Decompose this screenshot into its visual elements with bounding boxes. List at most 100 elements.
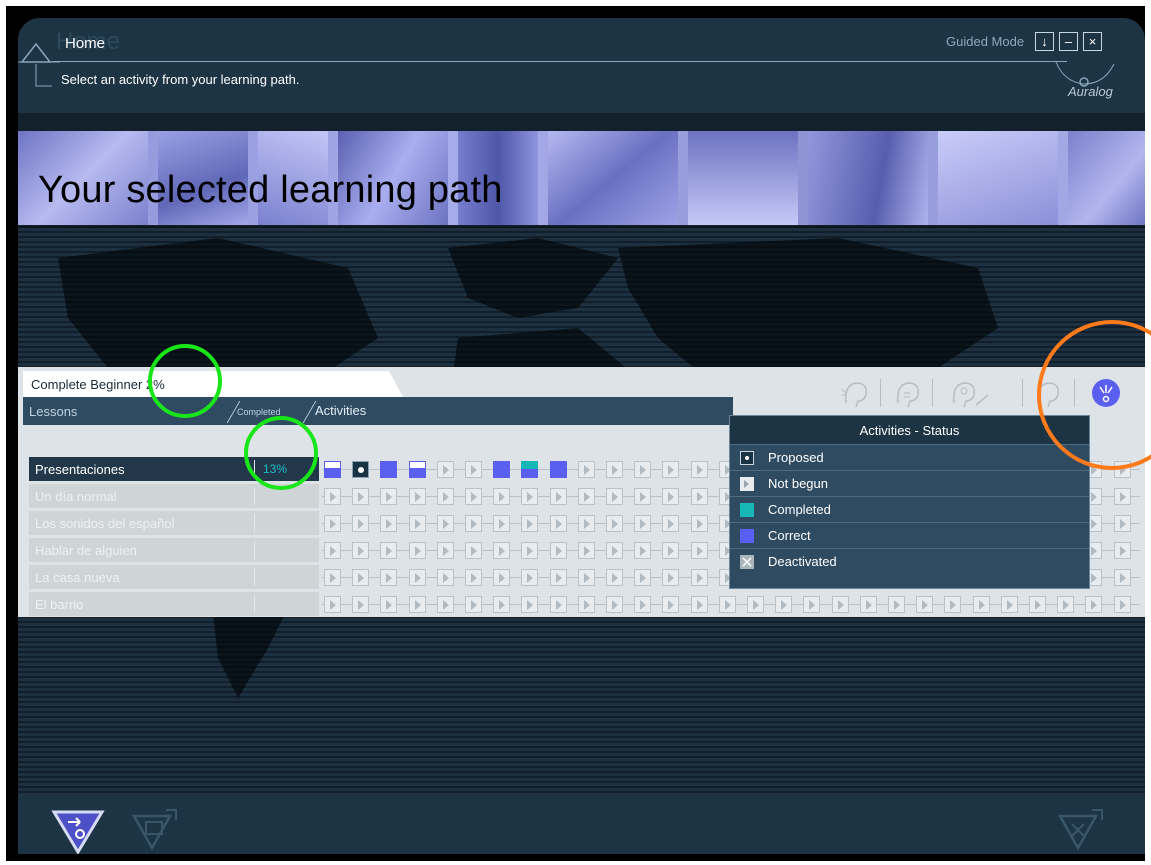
activity-cell-notbegun[interactable] <box>577 542 595 559</box>
lesson-row[interactable]: Hablar de alguien <box>29 538 319 562</box>
activity-cell-halfbar[interactable] <box>408 461 426 478</box>
activity-cell-notbegun[interactable] <box>380 596 398 613</box>
activity-cell-notbegun[interactable] <box>465 461 482 478</box>
activity-cell-notbegun[interactable] <box>606 515 623 532</box>
activity-cell-notbegun[interactable] <box>436 569 454 586</box>
activity-cell-notbegun[interactable] <box>549 488 567 505</box>
activity-cell-notbegun[interactable] <box>549 515 567 532</box>
activity-cell-notbegun[interactable] <box>662 542 680 559</box>
activity-cell-notbegun[interactable] <box>436 461 454 478</box>
activity-cell-notbegun[interactable] <box>324 515 341 532</box>
activity-cell-notbegun[interactable] <box>380 515 398 532</box>
activity-cell-notbegun[interactable] <box>690 596 708 613</box>
activity-cell-notbegun[interactable] <box>606 569 623 586</box>
activity-cell-notbegun[interactable] <box>352 569 370 586</box>
activity-cell-halfteal[interactable] <box>521 461 539 478</box>
lesson-row[interactable]: El barrio <box>29 592 319 616</box>
activity-cell-notbegun[interactable] <box>1113 515 1131 532</box>
activity-cell-notbegun[interactable] <box>436 515 454 532</box>
activity-cell-notbegun[interactable] <box>634 488 652 505</box>
activity-cell-notbegun[interactable] <box>606 542 623 559</box>
activity-cell-halfbar[interactable] <box>324 461 341 478</box>
activity-cell-notbegun[interactable] <box>634 542 652 559</box>
activity-cell-notbegun[interactable] <box>634 461 652 478</box>
activity-cell-notbegun[interactable] <box>324 488 341 505</box>
activity-cell-notbegun[interactable] <box>690 488 708 505</box>
activity-cell-notbegun[interactable] <box>324 596 341 613</box>
activity-cell-notbegun[interactable] <box>972 596 990 613</box>
activity-cell-notbegun[interactable] <box>634 596 652 613</box>
activity-cell-notbegun[interactable] <box>493 515 511 532</box>
activity-cell-notbegun[interactable] <box>352 542 370 559</box>
activity-cell-notbegun[interactable] <box>634 515 652 532</box>
activity-cell-proposed[interactable] <box>352 461 370 478</box>
activity-cell-notbegun[interactable] <box>606 488 623 505</box>
activity-cell-notbegun[interactable] <box>606 461 623 478</box>
activity-cell-notbegun[interactable] <box>549 542 567 559</box>
activity-cell-notbegun[interactable] <box>380 569 398 586</box>
activity-cell-notbegun[interactable] <box>690 515 708 532</box>
activity-cell-notbegun[interactable] <box>521 515 539 532</box>
activity-cell-notbegun[interactable] <box>1113 569 1131 586</box>
activity-cell-notbegun[interactable] <box>888 596 905 613</box>
activity-cell-notbegun[interactable] <box>465 515 482 532</box>
lesson-row[interactable]: Los sonidos del español <box>29 511 319 535</box>
activity-cell-notbegun[interactable] <box>352 515 370 532</box>
activity-cell-notbegun[interactable] <box>1000 596 1018 613</box>
lesson-row[interactable]: Un día normal <box>29 484 319 508</box>
activity-cell-notbegun[interactable] <box>436 542 454 559</box>
activity-cell-notbegun[interactable] <box>831 596 849 613</box>
activity-cell-notbegun[interactable] <box>493 596 511 613</box>
activity-cell-notbegun[interactable] <box>1085 596 1103 613</box>
activity-cell-notbegun[interactable] <box>324 542 341 559</box>
activity-cell-correct[interactable] <box>380 461 398 478</box>
activity-cell-notbegun[interactable] <box>380 488 398 505</box>
activity-cell-notbegun[interactable] <box>465 596 482 613</box>
activity-cell-notbegun[interactable] <box>408 488 426 505</box>
home-triangle-icon[interactable] <box>18 36 60 96</box>
activity-cell-notbegun[interactable] <box>352 596 370 613</box>
edit-disabled-icon[interactable] <box>132 808 180 852</box>
activity-cell-notbegun[interactable] <box>521 488 539 505</box>
activity-cell-notbegun[interactable] <box>493 569 511 586</box>
activity-cell-notbegun[interactable] <box>747 596 764 613</box>
activity-cell-notbegun[interactable] <box>775 596 793 613</box>
activity-cell-notbegun[interactable] <box>549 569 567 586</box>
activity-cell-notbegun[interactable] <box>549 596 567 613</box>
activity-cell-notbegun[interactable] <box>577 515 595 532</box>
activity-cell-notbegun[interactable] <box>606 596 623 613</box>
activity-cell-notbegun[interactable] <box>859 596 877 613</box>
activity-cell-notbegun[interactable] <box>690 542 708 559</box>
minimize-button[interactable]: – <box>1059 32 1078 51</box>
activity-cell-notbegun[interactable] <box>577 461 595 478</box>
activity-cell-notbegun[interactable] <box>493 542 511 559</box>
activity-cell-notbegun[interactable] <box>662 515 680 532</box>
activity-cell-notbegun[interactable] <box>718 596 736 613</box>
activity-cell-notbegun[interactable] <box>324 569 341 586</box>
download-button[interactable]: ↓ <box>1035 32 1054 51</box>
activity-cell-notbegun[interactable] <box>1029 596 1046 613</box>
activity-cell-notbegun[interactable] <box>1113 596 1131 613</box>
activity-cell-notbegun[interactable] <box>521 542 539 559</box>
activity-cell-notbegun[interactable] <box>465 488 482 505</box>
activity-cell-notbegun[interactable] <box>577 596 595 613</box>
activity-cell-notbegun[interactable] <box>577 569 595 586</box>
activity-cell-notbegun[interactable] <box>634 569 652 586</box>
activity-cell-notbegun[interactable] <box>1113 542 1131 559</box>
activity-cell-notbegun[interactable] <box>662 596 680 613</box>
activity-cell-notbegun[interactable] <box>944 596 962 613</box>
close-button[interactable]: × <box>1083 32 1102 51</box>
activity-cell-notbegun[interactable] <box>380 542 398 559</box>
activity-cell-notbegun[interactable] <box>662 569 680 586</box>
activity-cell-notbegun[interactable] <box>690 569 708 586</box>
activity-cell-notbegun[interactable] <box>521 596 539 613</box>
activity-cell-notbegun[interactable] <box>662 461 680 478</box>
close-path-disabled-icon[interactable] <box>1056 808 1104 852</box>
activity-cell-notbegun[interactable] <box>1057 596 1075 613</box>
activity-cell-notbegun[interactable] <box>521 569 539 586</box>
activity-cell-notbegun[interactable] <box>408 515 426 532</box>
activity-cell-notbegun[interactable] <box>916 596 934 613</box>
activity-cell-notbegun[interactable] <box>408 596 426 613</box>
lesson-row[interactable]: Presentaciones 13% <box>29 457 319 481</box>
activity-cell-notbegun[interactable] <box>352 488 370 505</box>
